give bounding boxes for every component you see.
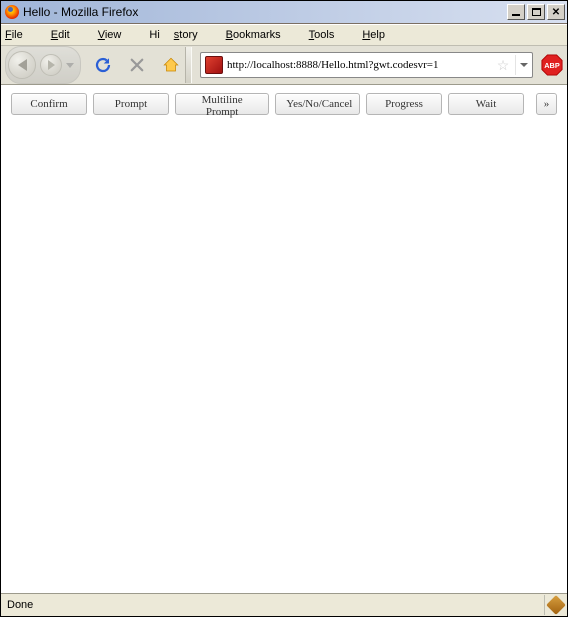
back-forward-group [5, 46, 81, 84]
address-bar: ☆ [200, 52, 533, 78]
minimize-button[interactable] [507, 4, 525, 20]
wait-button[interactable]: Wait [448, 93, 524, 115]
page-content: Confirm Prompt Multiline Prompt Yes/No/C… [1, 84, 567, 593]
close-button[interactable]: ✕ [547, 4, 565, 20]
yes-no-cancel-button[interactable]: Yes/No/Cancel [275, 93, 360, 115]
navigation-toolbar: ☆ ABP [1, 45, 567, 84]
firebug-icon [546, 595, 566, 615]
reload-icon [94, 56, 112, 74]
firefox-icon [5, 5, 19, 19]
abp-icon: ABP [541, 54, 563, 76]
svg-text:ABP: ABP [544, 61, 560, 70]
menu-tools[interactable]: Tools [309, 29, 349, 41]
url-input[interactable] [227, 55, 491, 75]
window-title: Hello - Mozilla Firefox [23, 5, 138, 19]
application-window: Hello - Mozilla Firefox ✕ File Edit View… [0, 0, 568, 617]
toolbar-divider [185, 47, 192, 83]
adblock-plus-button[interactable]: ABP [541, 54, 563, 76]
menu-file[interactable]: File [5, 29, 37, 41]
forward-button[interactable] [40, 54, 62, 76]
menu-edit[interactable]: Edit [51, 29, 84, 41]
statusbar: Done [1, 593, 567, 616]
menu-view[interactable]: View [98, 29, 136, 41]
stop-icon [128, 56, 146, 74]
progress-button[interactable]: Progress [366, 93, 442, 115]
titlebar: Hello - Mozilla Firefox ✕ [1, 1, 567, 24]
arrow-left-icon [18, 59, 27, 71]
menu-history[interactable]: History [149, 29, 211, 41]
history-dropdown-icon[interactable] [66, 61, 74, 69]
home-icon [162, 56, 180, 74]
menu-bookmarks[interactable]: Bookmarks [226, 29, 295, 41]
menu-help[interactable]: Help [362, 29, 399, 41]
maximize-button[interactable] [527, 4, 545, 20]
confirm-button[interactable]: Confirm [11, 93, 87, 115]
bookmark-star-icon[interactable]: ☆ [495, 57, 511, 73]
arrow-right-icon [48, 60, 55, 70]
stop-button[interactable] [125, 53, 149, 77]
firebug-button[interactable] [545, 595, 567, 615]
overflow-button[interactable]: » [536, 93, 557, 115]
home-button[interactable] [159, 53, 183, 77]
prompt-button[interactable]: Prompt [93, 93, 169, 115]
button-row: Confirm Prompt Multiline Prompt Yes/No/C… [1, 85, 567, 123]
address-dropdown-icon[interactable] [515, 55, 532, 75]
back-button[interactable] [8, 51, 36, 79]
status-text: Done [1, 595, 545, 615]
multiline-prompt-button[interactable]: Multiline Prompt [175, 93, 269, 115]
site-favicon [205, 56, 223, 74]
menubar: File Edit View History Bookmarks Tools H… [1, 24, 567, 45]
reload-button[interactable] [91, 53, 115, 77]
